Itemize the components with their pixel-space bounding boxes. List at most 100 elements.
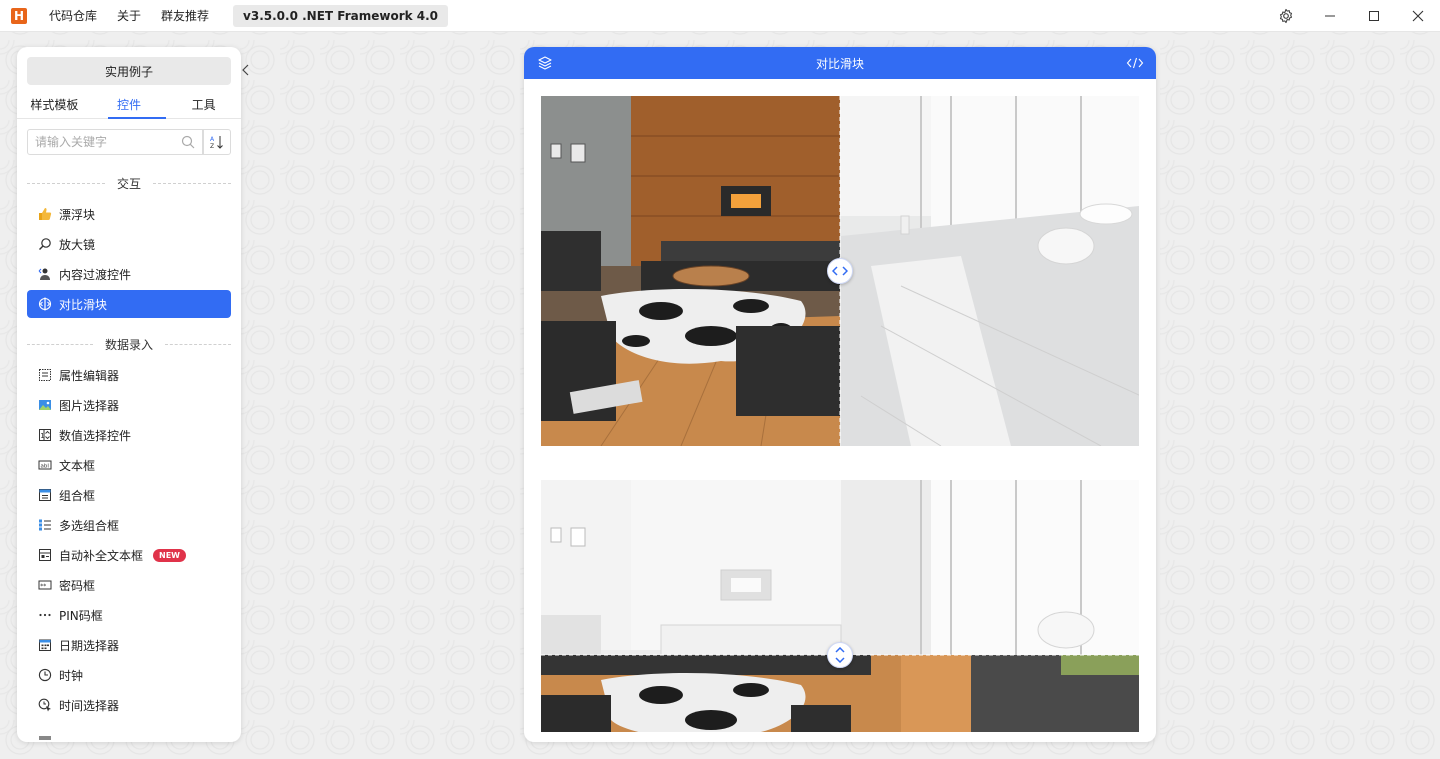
tab-tools[interactable]: 工具 — [166, 91, 241, 118]
sidebar-item-label: 内容过渡控件 — [59, 267, 132, 282]
time-picker-icon — [37, 697, 53, 713]
sidebar-item-label: 属性编辑器 — [59, 368, 120, 383]
sidebar-panel: 实用例子 样式模板 控件 工具 AZ 交互 漂浮块 放大镜 内容过渡控件 对比滑… — [17, 47, 241, 742]
sidebar-item-property-editor[interactable]: 属性编辑器 — [27, 361, 231, 389]
sidebar-item-label: 数值选择控件 — [59, 428, 132, 443]
calendar-icon — [37, 637, 53, 653]
pin-icon — [37, 607, 53, 623]
new-badge: NEW — [153, 548, 186, 562]
sidebar-item-password[interactable]: ** 密码框 — [27, 571, 231, 599]
gear-icon — [1279, 8, 1293, 24]
menu-code-repo[interactable]: 代码仓库 — [39, 0, 107, 32]
svg-text:A: A — [210, 136, 215, 143]
textbox-icon: abl — [37, 457, 53, 473]
sidebar-item-label: 密码框 — [59, 578, 96, 593]
sidebar-item-transition[interactable]: 内容过渡控件 — [27, 260, 231, 288]
property-editor-icon — [37, 367, 53, 383]
group-title: 数据录入 — [105, 337, 154, 352]
chevron-left-right-icon — [832, 266, 848, 276]
autocomplete-icon — [37, 547, 53, 563]
svg-text:1: 1 — [40, 432, 44, 440]
version-badge[interactable]: v3.5.0.0 .NET Framework 4.0 — [233, 4, 449, 27]
minimize-icon — [1325, 15, 1335, 17]
close-button[interactable] — [1396, 0, 1440, 32]
app-logo: H — [11, 7, 27, 24]
magnifier-icon — [37, 236, 53, 252]
sidebar-item-label: 文本框 — [59, 458, 96, 473]
compare-slider-handle[interactable] — [827, 258, 853, 284]
search-box — [27, 129, 203, 155]
image-selector-icon — [37, 397, 53, 413]
svg-text:**: ** — [40, 583, 46, 590]
chevron-up-down-icon — [835, 647, 845, 663]
horizontal-compare-slider[interactable] — [541, 96, 1139, 446]
examples-button[interactable]: 实用例子 — [27, 57, 231, 85]
sidebar-item-compare-slider[interactable]: 对比滑块 — [27, 290, 231, 318]
search-input[interactable] — [28, 135, 178, 149]
sidebar-item-label: 多选组合框 — [59, 518, 120, 533]
page-title: 对比滑块 — [815, 56, 864, 71]
demo-card: 对比滑块 — [524, 47, 1156, 742]
menu-about[interactable]: 关于 — [107, 0, 151, 32]
transition-icon — [37, 266, 53, 282]
minimize-button[interactable] — [1308, 0, 1352, 32]
sort-button[interactable]: AZ — [203, 129, 231, 155]
compare-image — [541, 480, 1139, 732]
sidebar-item-label: 时钟 — [59, 668, 84, 683]
compare-slider-icon — [37, 296, 53, 312]
sidebar-item-label: 对比滑块 — [59, 297, 108, 312]
window-controls — [1264, 0, 1440, 32]
clock-icon — [37, 667, 53, 683]
list-icon — [37, 727, 53, 742]
tab-controls[interactable]: 控件 — [92, 91, 167, 119]
checkcombobox-icon — [37, 517, 53, 533]
sidebar-item-clock[interactable]: 时钟 — [27, 661, 231, 689]
sidebar-item-magnifier[interactable]: 放大镜 — [27, 230, 231, 258]
chevron-left-icon — [242, 64, 249, 76]
thumbs-up-icon — [37, 206, 53, 222]
sidebar-item-label: 组合框 — [59, 488, 96, 503]
group-header-data-entry: 数据录入 — [27, 336, 232, 352]
sidebar-item-date-picker[interactable]: 日期选择器 — [27, 631, 231, 659]
settings-button[interactable] — [1264, 0, 1308, 32]
svg-text:abl: abl — [41, 464, 50, 470]
layers-icon[interactable] — [537, 55, 553, 74]
vertical-compare-slider[interactable] — [541, 480, 1139, 732]
sidebar-item-label: 漂浮块 — [59, 207, 96, 222]
maximize-icon — [1369, 11, 1379, 21]
sidebar-item-autocomplete[interactable]: 自动补全文本框 NEW — [27, 541, 231, 569]
sidebar-tabs: 样式模板 控件 工具 — [17, 91, 241, 119]
menu-recommend[interactable]: 群友推荐 — [151, 0, 219, 32]
title-bar: H 代码仓库 关于 群友推荐 v3.5.0.0 .NET Framework 4… — [0, 0, 1440, 32]
sidebar-item-label: 图片选择器 — [59, 398, 120, 413]
sidebar-item-checkcombobox[interactable]: 多选组合框 — [27, 511, 231, 539]
sidebar-item-pin[interactable]: PIN码框 — [27, 601, 231, 629]
svg-text:Z: Z — [210, 143, 214, 150]
sidebar-item-label: 自动补全文本框 — [59, 548, 144, 563]
collapse-sidebar-button[interactable] — [236, 58, 256, 82]
sidebar-item-label: 日期选择器 — [59, 638, 120, 653]
sidebar-item-floating-block[interactable]: 漂浮块 — [27, 200, 231, 228]
sidebar-item-numeric[interactable]: 1 数值选择控件 — [27, 421, 231, 449]
sidebar-item-partial[interactable] — [27, 721, 231, 742]
sidebar-item-label: 时间选择器 — [59, 698, 120, 713]
group-header-interaction: 交互 — [27, 175, 232, 191]
close-icon — [1412, 10, 1424, 22]
maximize-button[interactable] — [1352, 0, 1396, 32]
sidebar-item-textbox[interactable]: abl 文本框 — [27, 451, 231, 479]
search-icon[interactable] — [178, 135, 198, 149]
combobox-icon — [37, 487, 53, 503]
sidebar-item-time-picker[interactable]: 时间选择器 — [27, 691, 231, 719]
code-icon[interactable] — [1126, 55, 1144, 74]
compare-slider-handle-vertical[interactable] — [827, 642, 853, 668]
sort-icon: AZ — [210, 136, 223, 150]
numeric-icon: 1 — [37, 427, 53, 443]
group-title: 交互 — [117, 176, 142, 191]
password-icon: ** — [37, 577, 53, 593]
sidebar-item-label: PIN码框 — [59, 608, 103, 623]
sidebar-item-image-selector[interactable]: 图片选择器 — [27, 391, 231, 419]
tab-style-templates[interactable]: 样式模板 — [17, 91, 92, 118]
card-header: 对比滑块 — [524, 47, 1156, 79]
sidebar-item-label: 放大镜 — [59, 237, 96, 252]
sidebar-item-combobox[interactable]: 组合框 — [27, 481, 231, 509]
